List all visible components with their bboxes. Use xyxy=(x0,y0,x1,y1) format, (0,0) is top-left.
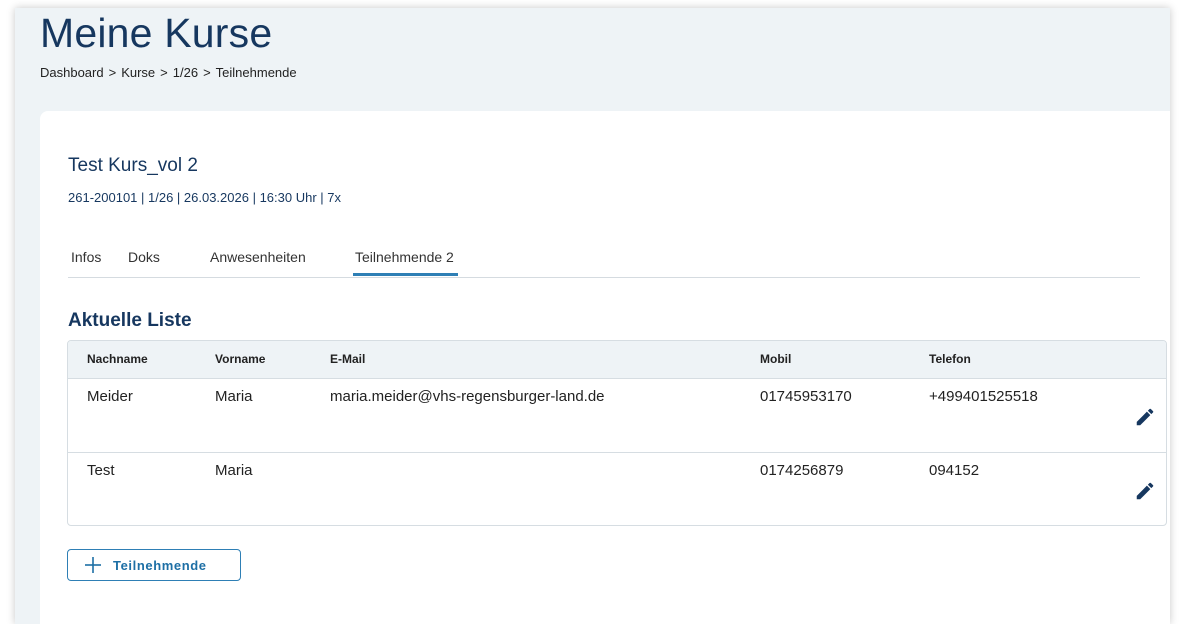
cell-vorname: Maria xyxy=(215,462,253,479)
add-participant-button[interactable]: Teilnehmende xyxy=(67,549,241,581)
course-title: Test Kurs_vol 2 xyxy=(68,155,198,176)
cell-email: maria.meider@vhs-regensburger-land.de xyxy=(330,388,605,405)
column-header-nachname[interactable]: Nachname xyxy=(87,352,148,366)
participants-table: Nachname Vorname E-Mail Mobil Telefon Me… xyxy=(67,340,1167,526)
tab-teilnehmende[interactable]: Teilnehmende 2 xyxy=(353,249,458,276)
plus-icon xyxy=(85,557,101,573)
column-header-mobil[interactable]: Mobil xyxy=(760,352,791,366)
breadcrumb-separator: > xyxy=(203,65,211,80)
page-title: Meine Kurse xyxy=(40,10,273,56)
breadcrumb-separator: > xyxy=(108,65,117,80)
cell-telefon: +499401525518 xyxy=(929,388,1038,405)
tab-anwesenheiten[interactable]: Anwesenheiten xyxy=(210,249,306,265)
cell-telefon: 094152 xyxy=(929,462,980,479)
cell-vorname: Maria xyxy=(215,388,253,405)
cell-mobil: 01745953170 xyxy=(760,388,852,405)
pencil-icon[interactable] xyxy=(1134,480,1156,502)
table-row: Meider Maria maria.meider@vhs-regensburg… xyxy=(68,379,1166,453)
app-window: Meine Kurse Dashboard > Kurse > 1/26 > T… xyxy=(15,8,1170,624)
breadcrumb-current: Teilnehmende xyxy=(215,65,297,80)
breadcrumb-course[interactable]: 1/26 xyxy=(173,65,198,80)
pencil-icon[interactable] xyxy=(1134,406,1156,428)
breadcrumb: Dashboard > Kurse > 1/26 > Teilnehmende xyxy=(40,65,297,80)
column-header-email[interactable]: E-Mail xyxy=(330,352,365,366)
cell-mobil: 0174256879 xyxy=(760,462,844,479)
cell-nachname: Test xyxy=(87,462,115,479)
cell-nachname: Meider xyxy=(87,388,133,405)
breadcrumb-dashboard[interactable]: Dashboard xyxy=(40,65,104,80)
content-card: Test Kurs_vol 2 261-200101 | 1/26 | 26.0… xyxy=(40,111,1170,624)
tab-bar: Infos Doks Anwesenheiten Teilnehmende 2 xyxy=(68,245,1140,278)
course-meta: 261-200101 | 1/26 | 26.03.2026 | 16:30 U… xyxy=(68,190,341,205)
breadcrumb-kurse[interactable]: Kurse xyxy=(121,65,155,80)
column-header-telefon[interactable]: Telefon xyxy=(929,352,971,366)
tab-infos[interactable]: Infos xyxy=(71,249,101,265)
tab-doks[interactable]: Doks xyxy=(128,249,160,265)
breadcrumb-separator: > xyxy=(160,65,168,80)
list-title: Aktuelle Liste xyxy=(68,310,192,331)
column-header-vorname[interactable]: Vorname xyxy=(215,352,265,366)
add-participant-label: Teilnehmende xyxy=(113,557,207,573)
table-row: Test Maria 0174256879 094152 xyxy=(68,453,1166,525)
table-header: Nachname Vorname E-Mail Mobil Telefon xyxy=(68,341,1166,379)
